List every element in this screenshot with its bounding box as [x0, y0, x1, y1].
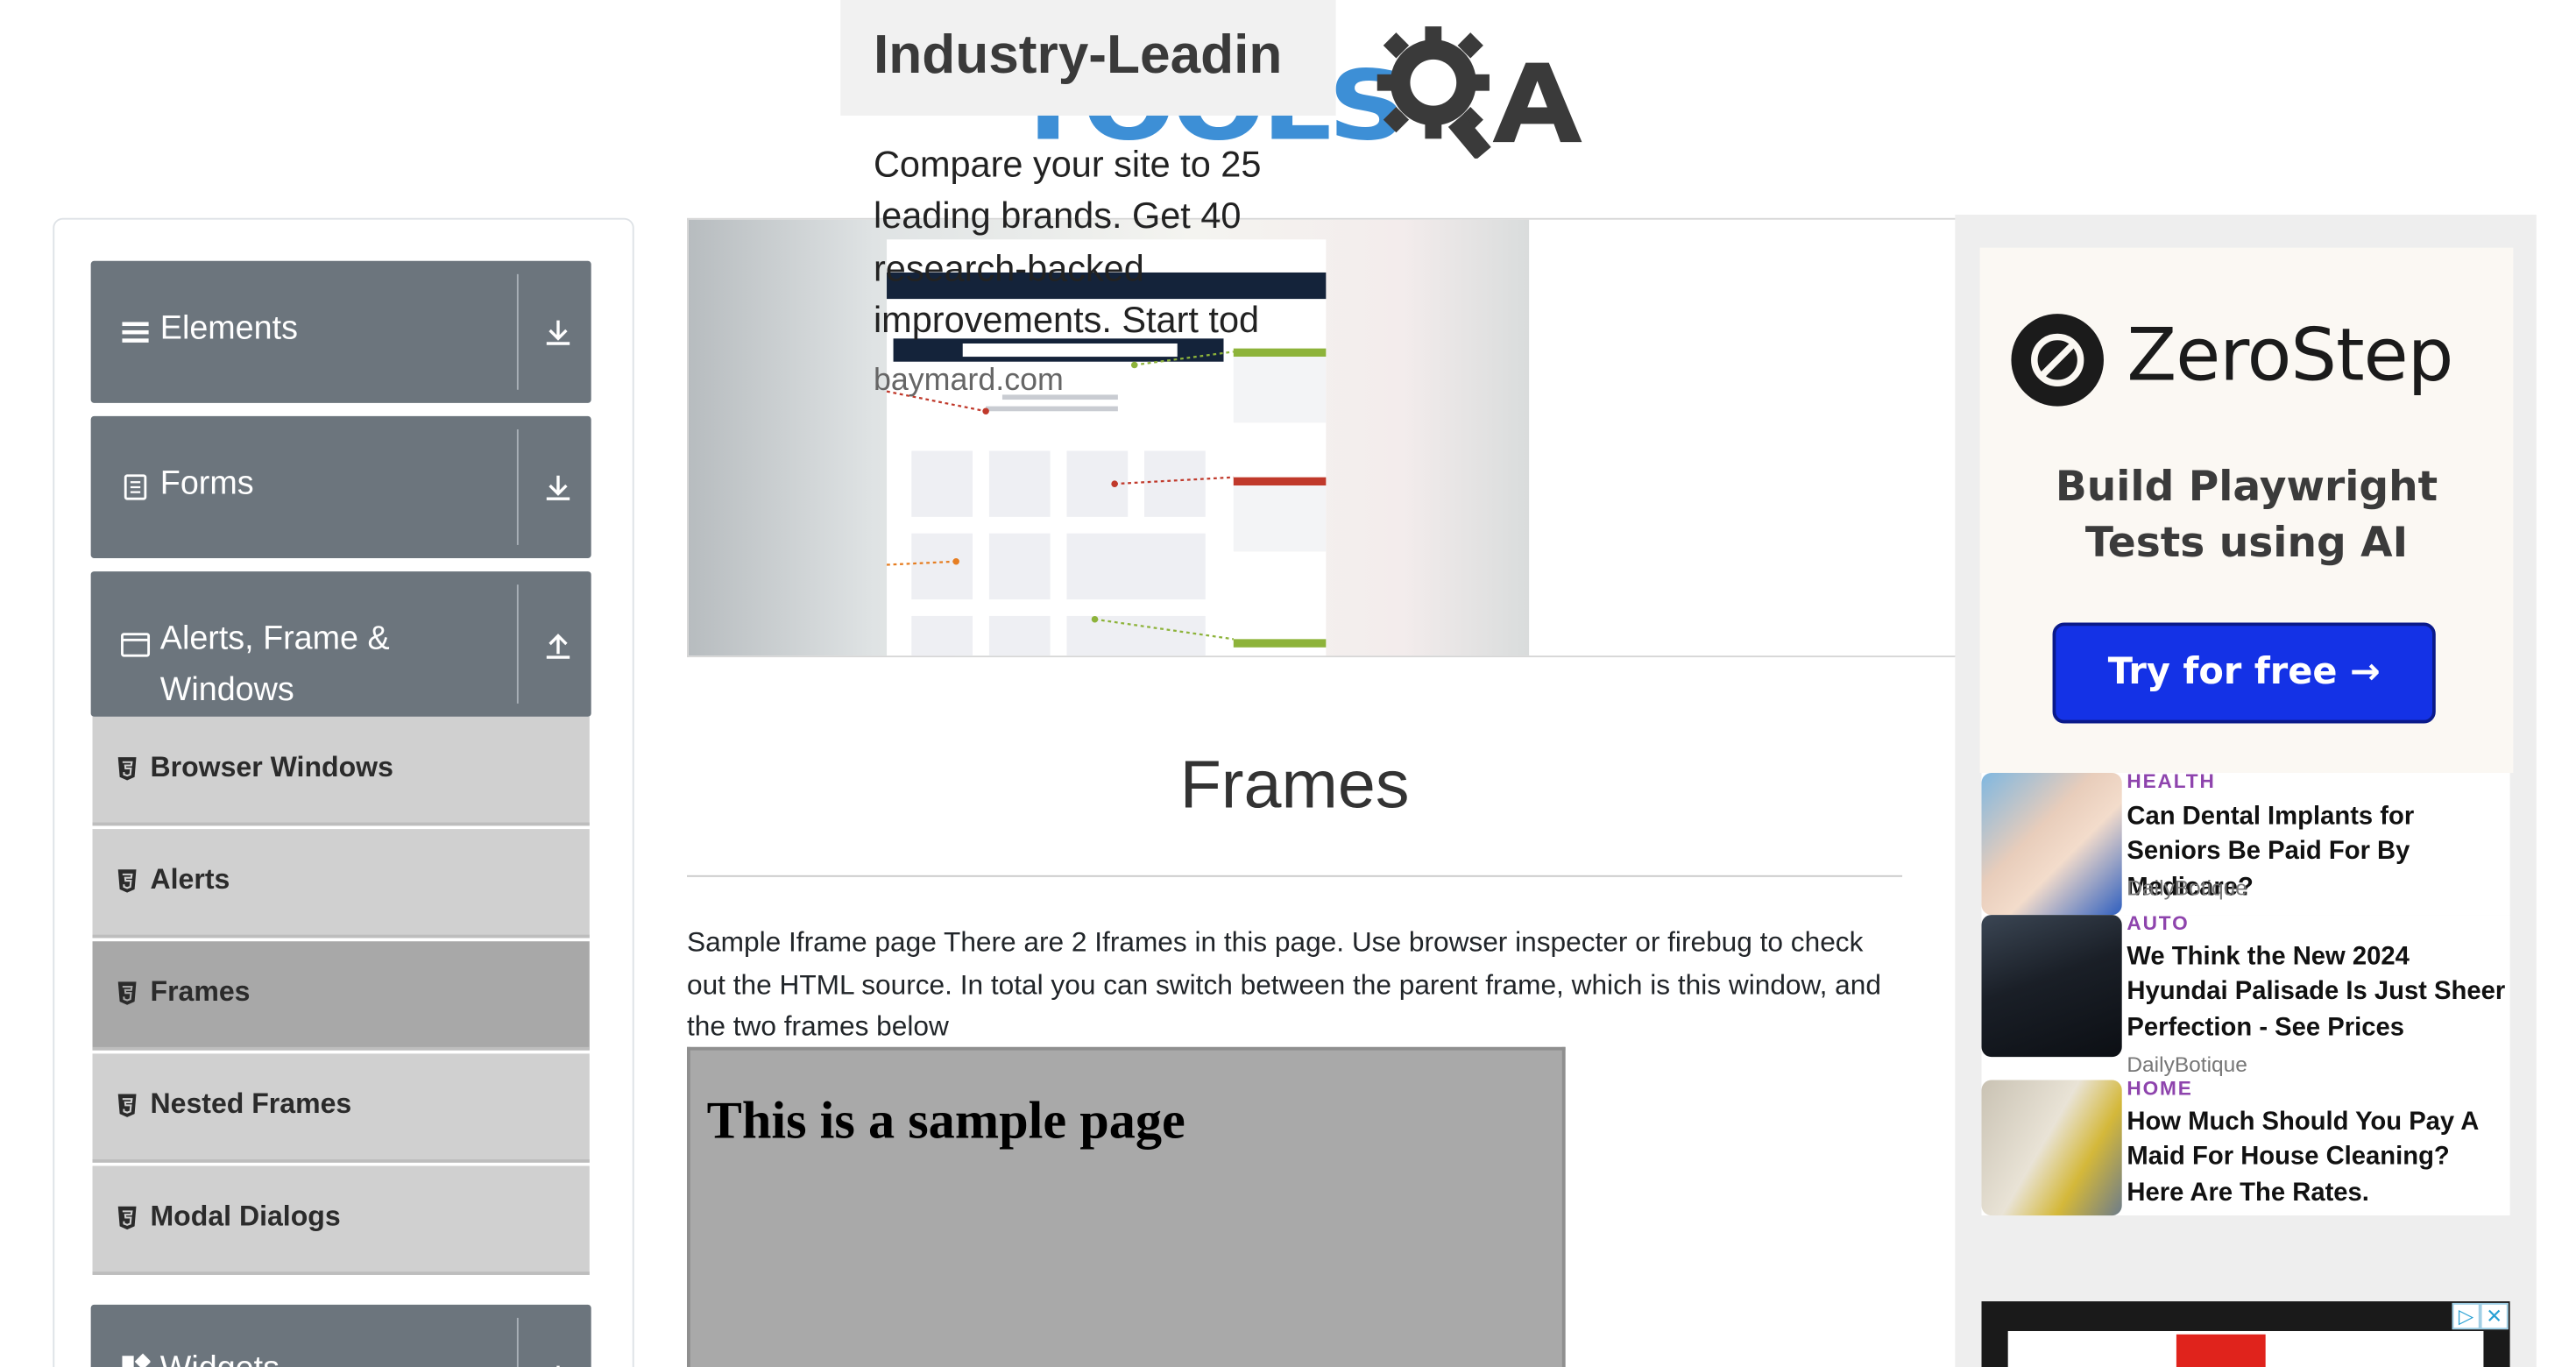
html5-icon — [117, 757, 137, 781]
ad-title[interactable]: Industry-Leadin — [874, 23, 1282, 86]
news-item-auto[interactable]: AUTO We Think the New 2024 Hyundai Palis… — [1981, 911, 2510, 1080]
news-source: DailyBotique — [2127, 875, 2247, 901]
adchoices-icon[interactable]: ▷ — [2452, 1302, 2480, 1330]
group-widgets[interactable]: Widgets — [90, 1304, 591, 1367]
news-category: HEALTH — [2127, 769, 2216, 793]
news-thumbnail — [1981, 772, 2122, 916]
ad-body: Compare your site to 25 leading brands. … — [874, 138, 1303, 345]
group-elements-label: Elements — [159, 310, 298, 347]
html5-icon — [117, 1094, 137, 1117]
ad-domain[interactable]: baymard.com — [874, 364, 1064, 400]
sidebar-item-browser-windows[interactable]: Browser Windows — [92, 716, 590, 826]
ad-body-line: Compare your site to 25 — [873, 143, 1262, 186]
news-category: AUTO — [2127, 911, 2190, 935]
news-thumbnail — [1981, 1080, 2122, 1216]
iframe-heading: This is a sample page — [706, 1089, 1185, 1150]
html5-icon — [117, 981, 137, 1005]
document-icon — [124, 474, 147, 500]
html5-icon — [117, 869, 137, 893]
hamburger-icon — [122, 322, 149, 343]
zerostep-tagline: Build Playwright Tests using AI — [1980, 459, 2514, 571]
tagline-line: Build Playwright — [2055, 462, 2438, 511]
group-divider — [516, 1317, 519, 1367]
news-thumbnail — [1981, 915, 2122, 1058]
bottom-ad-red-block — [2176, 1334, 2266, 1367]
zerostep-logo-icon — [2011, 314, 2104, 407]
gear-magnifier-icon — [1376, 26, 1491, 159]
group-alerts-label-line1: Alerts, Frame & — [159, 620, 390, 658]
sidebar-item-label: Frames — [150, 975, 251, 1008]
news-item-home[interactable]: HOME How Much Should You Pay A Maid For … — [1981, 1076, 2510, 1216]
news-title: We Think the New 2024 Hyundai Palisade I… — [2127, 943, 2506, 1042]
widgets-icon — [122, 1353, 151, 1367]
news-title: How Much Should You Pay A Maid For House… — [2127, 1108, 2479, 1207]
ad-body-line: research-backed — [873, 246, 1144, 289]
group-divider — [516, 273, 519, 390]
sidebar-item-frames[interactable]: Frames — [92, 941, 590, 1051]
news-item-health[interactable]: HEALTH Can Dental Implants for Seniors B… — [1981, 769, 2510, 916]
title-divider — [686, 875, 1903, 877]
window-icon — [121, 633, 151, 657]
logo-letter-a-icon — [1492, 62, 1582, 143]
news-source: DailyBotique — [2127, 1052, 2247, 1077]
group-alerts-label-line2: Windows — [159, 672, 294, 709]
sidebar-item-label: Browser Windows — [150, 751, 393, 783]
zerostep-brand: ZeroStep — [2127, 314, 2453, 399]
group-divider — [516, 584, 519, 704]
sidebar-item-modal-dialogs[interactable]: Modal Dialogs — [92, 1165, 590, 1275]
upload-arrow-icon[interactable] — [541, 627, 575, 661]
page-description: Sample Iframe page There are 2 Iframes i… — [686, 926, 1881, 1043]
group-elements[interactable]: Elements — [90, 260, 591, 403]
ad-body-line: improvements. Start tod — [873, 298, 1260, 341]
try-for-free-button[interactable]: Try for free → — [2052, 622, 2436, 724]
ad-body-line: leading brands. Get 40 — [873, 195, 1242, 237]
group-forms[interactable]: Forms — [90, 415, 591, 558]
group-divider — [516, 429, 519, 545]
group-widgets-label: Widgets — [160, 1344, 280, 1367]
sidebar-item-alerts[interactable]: Alerts — [92, 829, 590, 938]
page-title: Frames — [1179, 746, 1410, 823]
close-ad-icon[interactable]: ✕ — [2480, 1302, 2509, 1330]
download-arrow-icon[interactable] — [541, 315, 575, 349]
bottom-ad[interactable]: ▷ ✕ — [1981, 1301, 2510, 1367]
download-arrow-icon[interactable] — [541, 1361, 575, 1367]
html5-icon — [117, 1206, 137, 1230]
sidebar-item-label: Modal Dialogs — [150, 1201, 341, 1232]
download-arrow-icon[interactable] — [541, 471, 575, 504]
group-forms-label: Forms — [159, 465, 254, 502]
sidebar-item-nested-frames[interactable]: Nested Frames — [92, 1053, 590, 1163]
news-category: HOME — [2127, 1076, 2193, 1101]
sidebar-item-label: Alerts — [150, 863, 230, 896]
sample-iframe[interactable]: This is a sample page — [686, 1046, 1566, 1367]
tagline-line: Tests using AI — [2084, 518, 2409, 567]
sidebar-item-label: Nested Frames — [150, 1087, 352, 1120]
group-alerts-frame-windows[interactable]: Alerts, Frame & Windows — [90, 571, 591, 717]
